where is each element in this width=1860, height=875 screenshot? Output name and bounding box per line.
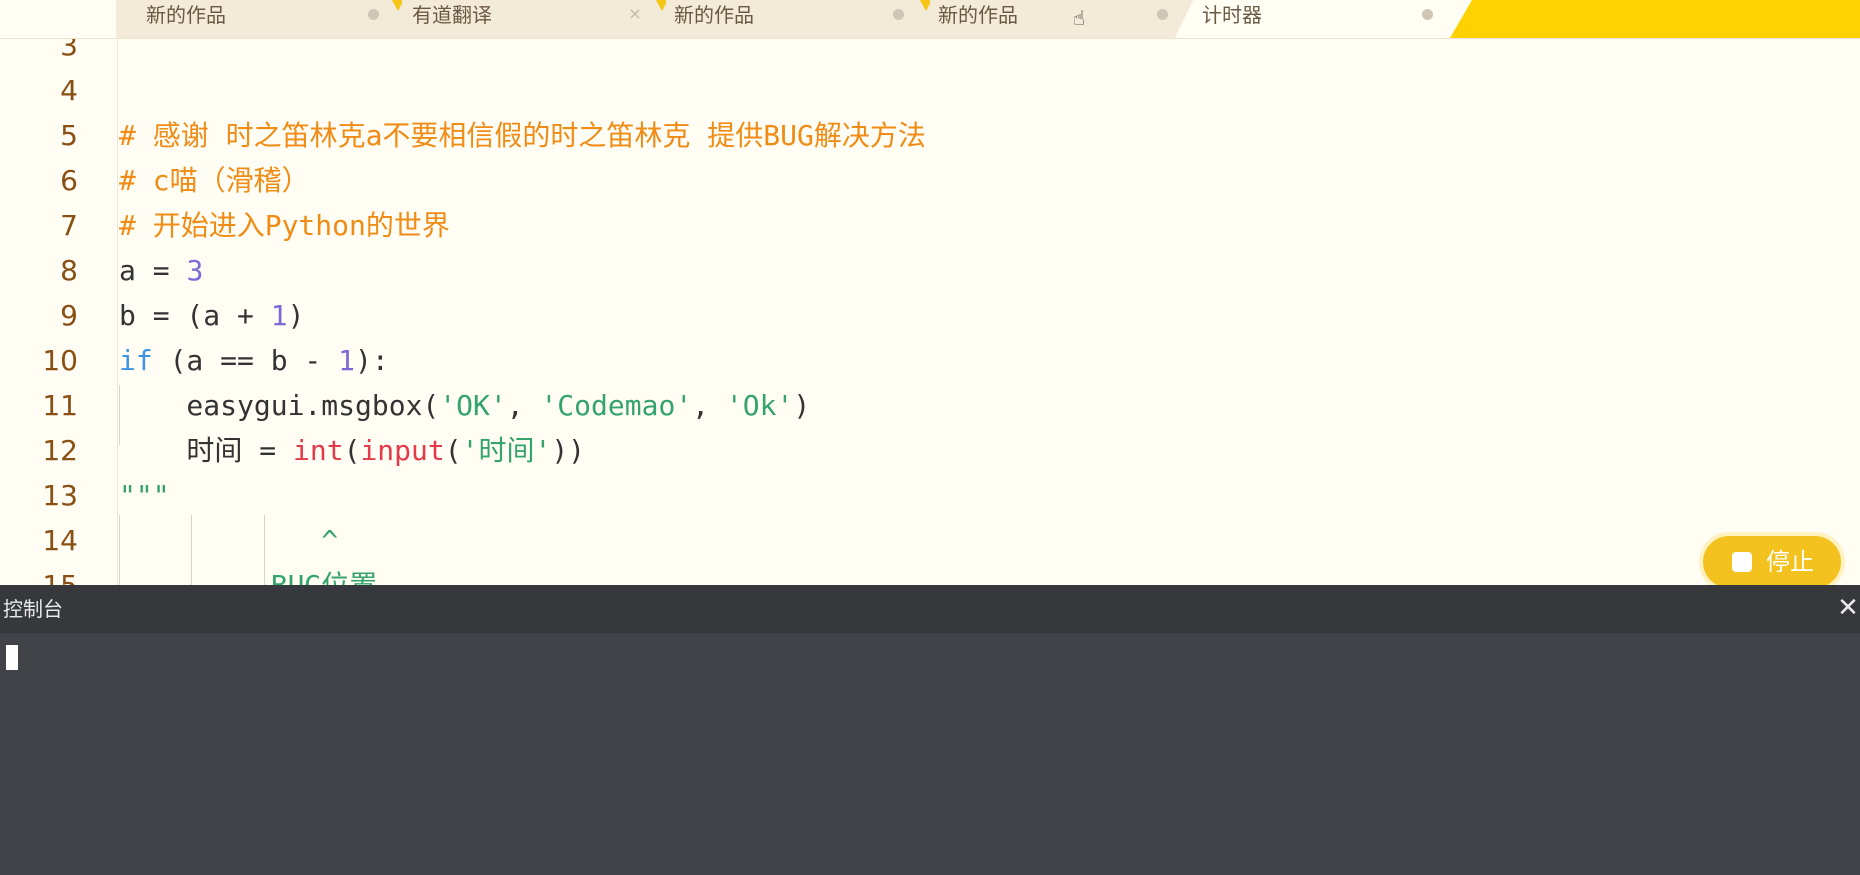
console-output[interactable] — [0, 633, 1860, 875]
code-builtin: input — [360, 434, 445, 467]
unsaved-dot-icon[interactable] — [893, 9, 904, 20]
tab-5-active[interactable]: 计时器 — [1196, 0, 1450, 38]
code-line[interactable]: 6 # c喵（滑稽） — [0, 158, 1860, 203]
code-line[interactable]: 11 easygui.msgbox('OK', 'Codemao', 'Ok') — [0, 383, 1860, 428]
code-keyword: if — [119, 344, 153, 377]
code-line[interactable]: 15 BUG位置 — [0, 563, 1860, 585]
code-line[interactable]: 5 # 感谢 时之笛林克a不要相信假的时之笛林克 提供BUG解决方法 — [0, 113, 1860, 158]
code-token: a = — [119, 254, 187, 287]
code-token: , — [506, 389, 541, 422]
code-string: 'Codemao' — [540, 389, 693, 422]
tab-label: 有道翻译 — [412, 3, 492, 27]
tab-3[interactable]: 新的作品 — [666, 0, 930, 38]
indent-guide — [191, 515, 192, 585]
indent-guide — [264, 515, 265, 585]
stop-icon — [1732, 552, 1752, 572]
code-string: BUG位置 — [119, 563, 378, 585]
code-text: b = (a + 1) — [119, 293, 304, 338]
line-number: 12 — [42, 434, 78, 467]
code-token: ( — [444, 434, 462, 467]
code-line[interactable]: 13 """ — [0, 473, 1860, 518]
line-number: 5 — [60, 119, 78, 152]
tab-label: 新的作品 — [938, 3, 1018, 27]
line-number: 13 — [42, 479, 78, 512]
python-ide-window: 新的作品 有道翻译 × 新的作品 新的作品 计时器 ☝ 3 4 5 # 感谢 时… — [0, 0, 1860, 875]
tab-1[interactable]: 新的作品 — [116, 0, 402, 38]
tab-separator — [1172, 0, 1196, 38]
close-icon[interactable]: × — [626, 5, 644, 23]
code-line[interactable]: 9 b = (a + 1) — [0, 293, 1860, 338]
code-token: easygui.msgbox( — [119, 389, 440, 422]
code-text: a = 3 — [119, 248, 203, 293]
unsaved-dot-icon[interactable] — [368, 9, 379, 20]
text-cursor — [6, 645, 18, 670]
stop-button[interactable]: 停止 — [1703, 536, 1841, 585]
indent-guide — [119, 385, 120, 445]
code-comment: # 开始进入Python的世界 — [119, 209, 450, 242]
tab-4[interactable]: 新的作品 — [930, 0, 1194, 38]
code-token: 时间 = — [119, 434, 294, 467]
line-number: 7 — [60, 209, 78, 242]
code-comment: # 感谢 时之笛林克a不要相信假的时之笛林克 提供BUG解决方法 — [119, 119, 926, 152]
code-line[interactable]: 7 # 开始进入Python的世界 — [0, 203, 1860, 248]
line-number: 9 — [60, 299, 78, 332]
line-number: 4 — [60, 74, 78, 107]
code-comment: # c喵（滑稽） — [119, 164, 310, 197]
line-number: 3 — [60, 39, 78, 62]
code-token: ( — [343, 434, 361, 467]
code-token: )) — [551, 434, 586, 467]
code-line[interactable]: 14 ^ — [0, 518, 1860, 563]
tab-bar-accent — [1450, 0, 1860, 38]
unsaved-dot-icon[interactable] — [1157, 9, 1168, 20]
tab-label: 计时器 — [1202, 3, 1262, 27]
tab-2[interactable]: 有道翻译 × — [402, 0, 666, 38]
code-string: 'Ok' — [725, 389, 794, 422]
indent-guide — [119, 515, 120, 585]
line-number: 15 — [0, 563, 78, 585]
code-editor[interactable]: 3 4 5 # 感谢 时之笛林克a不要相信假的时之笛林克 提供BUG解决方法 6… — [0, 39, 1860, 585]
code-text: 时间 = int(input('时间')) — [119, 428, 585, 473]
stop-button-label: 停止 — [1766, 548, 1814, 576]
code-line[interactable]: 8 a = 3 — [0, 248, 1860, 293]
line-number: 14 — [42, 524, 78, 557]
line-number: 10 — [42, 344, 78, 377]
line-number: 11 — [42, 389, 78, 422]
code-number: 3 — [186, 254, 204, 287]
tab-bar-spacer — [0, 0, 116, 38]
close-icon[interactable]: ✕ — [1836, 591, 1860, 625]
code-token: ) — [793, 389, 811, 422]
code-text: easygui.msgbox('OK', 'Codemao', 'Ok') — [119, 383, 810, 428]
tab-label: 新的作品 — [674, 3, 754, 27]
unsaved-dot-icon[interactable] — [1422, 9, 1433, 20]
line-number: 8 — [60, 254, 78, 287]
code-string: ^ — [119, 524, 339, 557]
code-number: 1 — [338, 344, 356, 377]
code-token: ): — [355, 344, 389, 377]
code-token: , — [692, 389, 726, 422]
hand-cursor-icon: ☝ — [1073, 6, 1086, 30]
code-line[interactable]: 4 — [0, 68, 1860, 113]
code-string: """ — [119, 479, 170, 512]
code-number: 1 — [270, 299, 288, 332]
code-token: (a == b - — [152, 344, 339, 377]
line-number: 6 — [60, 164, 78, 197]
code-text: if (a == b - 1): — [119, 338, 389, 383]
code-token: b = (a + — [119, 299, 271, 332]
code-string: '时间' — [461, 434, 552, 467]
code-builtin: int — [293, 434, 344, 467]
console-header: 控制台 ✕ — [0, 585, 1860, 633]
code-line[interactable]: 3 — [0, 39, 1860, 68]
tab-label: 新的作品 — [146, 3, 226, 27]
code-line[interactable]: 12 时间 = int(input('时间')) — [0, 428, 1860, 473]
code-line[interactable]: 10 if (a == b - 1): — [0, 338, 1860, 383]
console-title: 控制台 — [3, 597, 63, 621]
tab-bar: 新的作品 有道翻译 × 新的作品 新的作品 计时器 ☝ — [0, 0, 1860, 39]
code-token: ) — [287, 299, 305, 332]
code-string: 'OK' — [439, 389, 507, 422]
